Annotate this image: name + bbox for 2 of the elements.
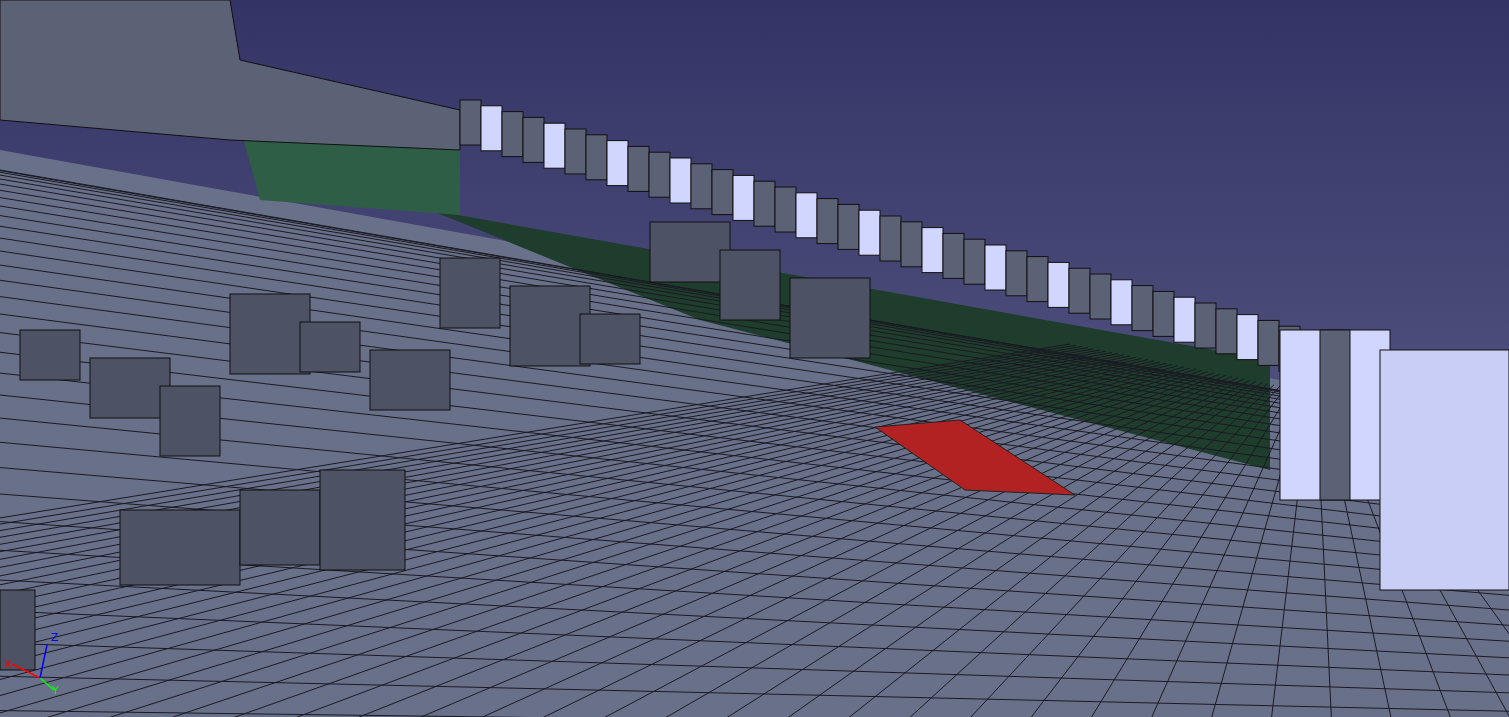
axis-label: Y (52, 684, 59, 697)
axis-label: X (4, 658, 12, 671)
